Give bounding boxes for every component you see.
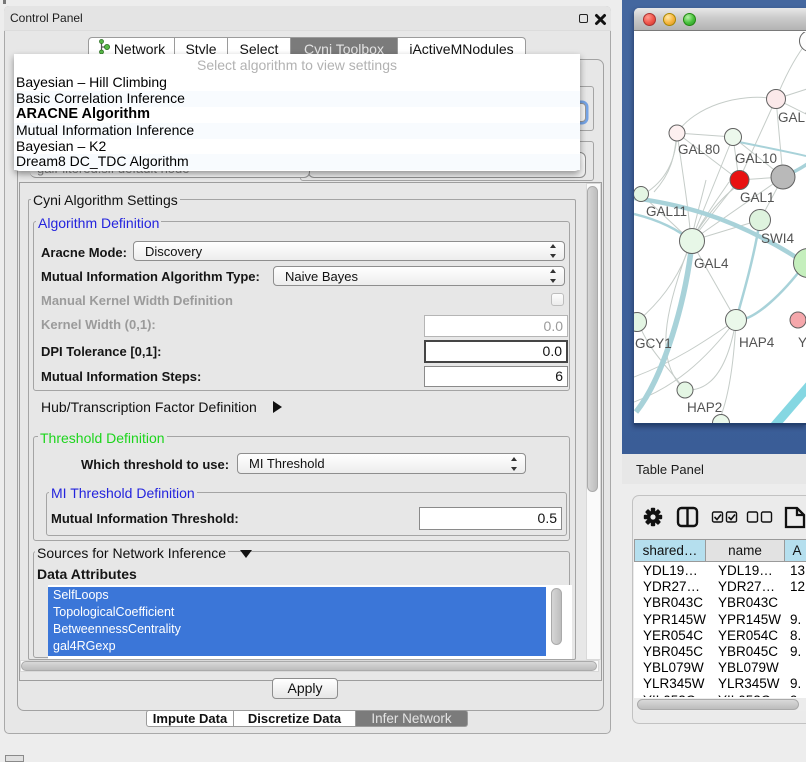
svg-text:HAP4: HAP4 [739, 335, 775, 350]
svg-text:SWI4: SWI4 [761, 231, 794, 246]
svg-text:GAL4: GAL4 [694, 256, 729, 271]
svg-text:GCY1: GCY1 [635, 336, 672, 351]
svg-text:HAP2: HAP2 [687, 400, 722, 415]
svg-text:GAL11: GAL11 [646, 204, 687, 219]
svg-text:YM: YM [798, 335, 806, 350]
svg-text:GAL1: GAL1 [740, 190, 775, 205]
svg-text:GAL7: GAL7 [778, 110, 806, 125]
svg-text:GAL80: GAL80 [678, 142, 720, 157]
svg-text:GAL10: GAL10 [735, 151, 777, 166]
